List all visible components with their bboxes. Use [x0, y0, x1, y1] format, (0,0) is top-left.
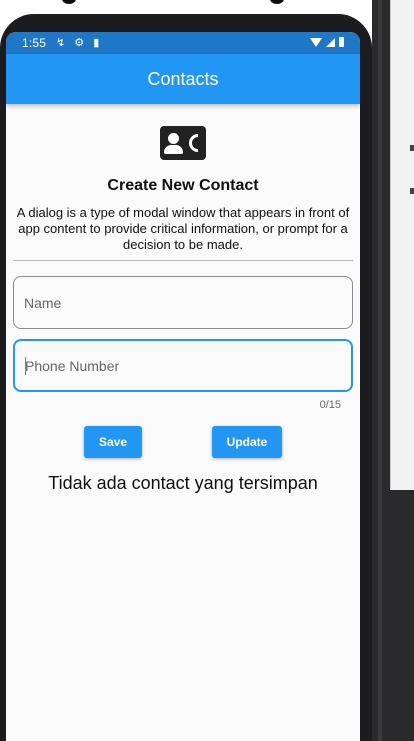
camera-notch: [62, 0, 76, 4]
dialog-title: Create New Contact: [107, 177, 259, 194]
side-panel: [390, 0, 414, 490]
wifi-icon: [310, 37, 322, 47]
camera-notch: [270, 0, 284, 4]
side-mark: [410, 145, 414, 151]
dialog-description: A dialog is a type of modal window that …: [16, 205, 350, 252]
status-bar: 1:55 ↯ ⚙ ▮: [6, 32, 360, 54]
signal-icon: [326, 37, 335, 47]
side-mark: [410, 188, 414, 194]
status-system-icons: [310, 37, 344, 47]
side-panel-lower: [390, 490, 414, 741]
save-button[interactable]: Save: [84, 426, 142, 458]
text-cursor: [25, 357, 26, 375]
device-edge-highlight: [378, 0, 382, 741]
empty-contacts-message: Tidak ada contact yang tersimpan: [48, 473, 318, 493]
status-time: 1:55: [22, 36, 47, 50]
sd-card-icon: ▮: [93, 37, 100, 49]
settings-icon: ⚙: [74, 37, 85, 49]
phone-field[interactable]: [13, 339, 353, 392]
data-saver-icon: ↯: [56, 37, 66, 49]
update-button[interactable]: Update: [212, 426, 282, 458]
name-field[interactable]: [13, 276, 353, 329]
phone-character-counter: 0/15: [319, 399, 341, 411]
phone-handset-shape: [189, 134, 198, 152]
contact-phone-icon: [160, 126, 206, 160]
divider: [13, 260, 353, 261]
name-input[interactable]: [14, 277, 352, 328]
phone-screen: 1:55 ↯ ⚙ ▮ Contacts Create New Contact A…: [6, 32, 360, 741]
status-notification-icons: ↯ ⚙ ▮: [56, 36, 105, 49]
phone-number-input[interactable]: [15, 341, 351, 390]
battery-icon: [339, 37, 344, 47]
app-title: Contacts: [147, 68, 219, 89]
app-bar: Contacts: [6, 54, 360, 104]
contact-body-shape: [164, 145, 183, 154]
contact-head-shape: [168, 133, 179, 144]
